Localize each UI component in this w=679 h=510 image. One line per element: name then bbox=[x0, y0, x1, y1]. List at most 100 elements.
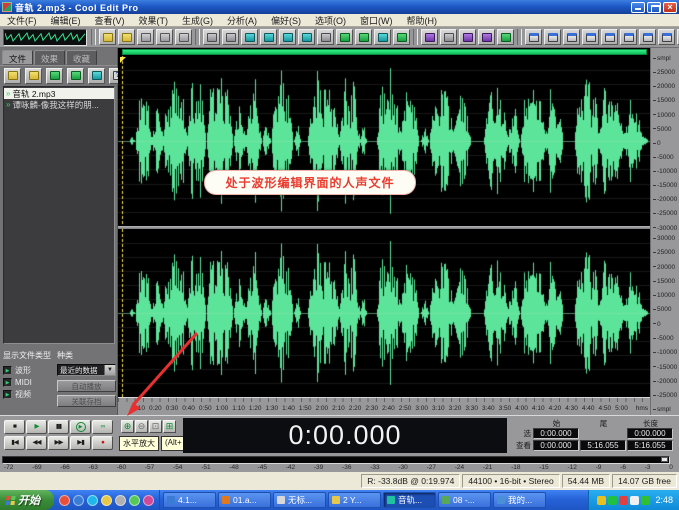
file-list-item[interactable]: »谭咏麟-像我这样的朋... bbox=[4, 99, 114, 110]
mix-paste-button[interactable] bbox=[298, 29, 315, 45]
menu-item-5[interactable]: 生成(G) bbox=[175, 14, 220, 27]
insert-to-multitrack-button[interactable] bbox=[374, 29, 391, 45]
scripts-button[interactable] bbox=[393, 29, 410, 45]
tray-network-icon[interactable] bbox=[630, 496, 639, 505]
menu-item-7[interactable]: 偏好(S) bbox=[264, 14, 308, 27]
show-sel-view-controls-button[interactable] bbox=[639, 29, 656, 45]
menu-item-6[interactable]: 分析(A) bbox=[220, 14, 264, 27]
overview-bar[interactable] bbox=[118, 48, 650, 56]
menu-item-2[interactable]: 编辑(E) bbox=[44, 14, 88, 27]
open-folder-button[interactable] bbox=[25, 68, 42, 84]
noise-reduction-button[interactable] bbox=[497, 29, 514, 45]
play-looped-button[interactable]: ▶ bbox=[70, 420, 91, 434]
waveform-left-channel[interactable] bbox=[118, 56, 650, 226]
tray-antivirus-icon[interactable] bbox=[619, 496, 628, 505]
open-file-button[interactable] bbox=[99, 29, 116, 45]
quick-launch-messenger-icon[interactable] bbox=[87, 495, 98, 506]
start-button[interactable]: 开始 bbox=[0, 490, 54, 510]
quick-launch-folder-icon[interactable] bbox=[101, 495, 112, 506]
show-organizer-window-button[interactable] bbox=[525, 29, 542, 45]
amplify-button[interactable] bbox=[459, 29, 476, 45]
quick-launch-show-desktop-icon[interactable] bbox=[115, 495, 126, 506]
show-play-list-button[interactable] bbox=[563, 29, 580, 45]
show-cue-list-button[interactable] bbox=[544, 29, 561, 45]
maximize-button[interactable] bbox=[647, 2, 661, 13]
file-type-midi[interactable]: ▶MIDI bbox=[3, 376, 53, 388]
menu-item-10[interactable]: 帮助(H) bbox=[400, 14, 445, 27]
paste-button[interactable] bbox=[279, 29, 296, 45]
show-level-meters-button[interactable] bbox=[658, 29, 675, 45]
menu-item-1[interactable]: 文件(F) bbox=[0, 14, 44, 27]
close-button[interactable] bbox=[663, 2, 677, 13]
cut-button[interactable] bbox=[241, 29, 258, 45]
waveform-right-channel[interactable] bbox=[118, 229, 650, 397]
show-time-window-button[interactable] bbox=[620, 29, 637, 45]
normalize-button[interactable] bbox=[440, 29, 457, 45]
delete-silence-button[interactable] bbox=[421, 29, 438, 45]
overview-range-indicator[interactable] bbox=[122, 49, 647, 55]
playback-level-meter[interactable] bbox=[2, 456, 670, 464]
show-transport-controls-button[interactable] bbox=[582, 29, 599, 45]
show-zoom-controls-button[interactable] bbox=[601, 29, 618, 45]
taskbar-task-1[interactable]: 4.1... bbox=[163, 492, 216, 508]
copy-button[interactable] bbox=[260, 29, 277, 45]
insert-into-multitrack-button[interactable] bbox=[67, 68, 84, 84]
open-append-button[interactable] bbox=[118, 29, 135, 45]
minimize-button[interactable] bbox=[631, 2, 645, 13]
taskbar-task-5[interactable]: 音轨... bbox=[383, 492, 436, 508]
play-preview-button[interactable] bbox=[88, 68, 105, 84]
save-as-button[interactable] bbox=[156, 29, 173, 45]
tray-messenger-icon[interactable] bbox=[608, 496, 617, 505]
quick-launch-internet-icon[interactable] bbox=[59, 495, 70, 506]
redo-button[interactable] bbox=[222, 29, 239, 45]
file-info-button[interactable] bbox=[175, 29, 192, 45]
taskbar-task-2[interactable]: 01.a... bbox=[218, 492, 271, 508]
waveform-multitrack-toggle-button[interactable] bbox=[3, 29, 87, 46]
file-type-checkbox-icon[interactable]: ▶ bbox=[3, 378, 12, 387]
organizer-tab-3[interactable]: 收藏 bbox=[66, 50, 97, 65]
quick-launch-editor-icon[interactable] bbox=[143, 495, 154, 506]
tray-volume-icon[interactable] bbox=[597, 496, 606, 505]
import-file-button[interactable] bbox=[46, 68, 63, 84]
taskbar-task-3[interactable]: 无标... bbox=[273, 492, 326, 508]
organizer-tab-1[interactable]: 文件 bbox=[2, 50, 33, 65]
cue-marker-icon[interactable] bbox=[120, 57, 126, 63]
play-button[interactable]: ▶ bbox=[26, 420, 47, 434]
archive-link-button[interactable]: 关联存档 bbox=[57, 395, 116, 407]
file-type-video[interactable]: ▶视频 bbox=[3, 388, 53, 400]
pause-button[interactable]: ▮▮ bbox=[48, 420, 69, 434]
taskbar-clock[interactable]: 2:48 bbox=[655, 495, 673, 505]
file-type-checkbox-icon[interactable]: ▶ bbox=[3, 390, 12, 399]
timeline-ruler[interactable]: 0:100:200:300:400:501:001:101:201:301:40… bbox=[118, 397, 650, 415]
tray-qq-icon[interactable] bbox=[641, 496, 650, 505]
rewind-button[interactable]: ◀◀ bbox=[26, 436, 47, 450]
menu-item-9[interactable]: 窗口(W) bbox=[353, 14, 400, 27]
auto-play-button[interactable]: 自动播放 bbox=[57, 380, 116, 392]
menu-item-4[interactable]: 效果(T) bbox=[132, 14, 176, 27]
taskbar-task-4[interactable]: 2 Y... bbox=[328, 492, 381, 508]
menu-item-3[interactable]: 查看(V) bbox=[88, 14, 132, 27]
loop-button[interactable]: ∞ bbox=[92, 420, 113, 434]
meter-handle[interactable] bbox=[661, 457, 668, 462]
file-type-checkbox-icon[interactable]: ▶ bbox=[3, 366, 12, 375]
quick-launch-image-viewer-icon[interactable] bbox=[129, 495, 140, 506]
record-button[interactable]: ● bbox=[92, 436, 113, 450]
delete-selection-button[interactable] bbox=[317, 29, 334, 45]
file-list-item[interactable]: »音轨 2.mp3 bbox=[4, 88, 114, 99]
zoom-to-selection-button[interactable]: ⊞ bbox=[163, 420, 176, 433]
fast-forward-button[interactable]: ▶▶ bbox=[48, 436, 69, 450]
menu-item-8[interactable]: 选项(O) bbox=[308, 14, 353, 27]
save-button[interactable] bbox=[137, 29, 154, 45]
open-file-button[interactable] bbox=[4, 68, 21, 84]
undo-button[interactable] bbox=[203, 29, 220, 45]
convert-sample-type-button[interactable] bbox=[355, 29, 372, 45]
stop-button[interactable]: ■ bbox=[4, 420, 25, 434]
organizer-tab-2[interactable]: 效果 bbox=[34, 50, 65, 65]
amplitude-ruler[interactable]: smpl2500020000150001000050000-5000-10000… bbox=[650, 48, 679, 415]
go-to-end-button[interactable]: ▶▮ bbox=[70, 436, 91, 450]
file-type-waveform[interactable]: ▶波形 bbox=[3, 364, 53, 376]
trim-button[interactable] bbox=[336, 29, 353, 45]
chevron-down-icon[interactable]: ▼ bbox=[104, 365, 115, 375]
zoom-in-horizontal-button[interactable]: ⊕ bbox=[121, 420, 134, 433]
envelope-button[interactable] bbox=[478, 29, 495, 45]
